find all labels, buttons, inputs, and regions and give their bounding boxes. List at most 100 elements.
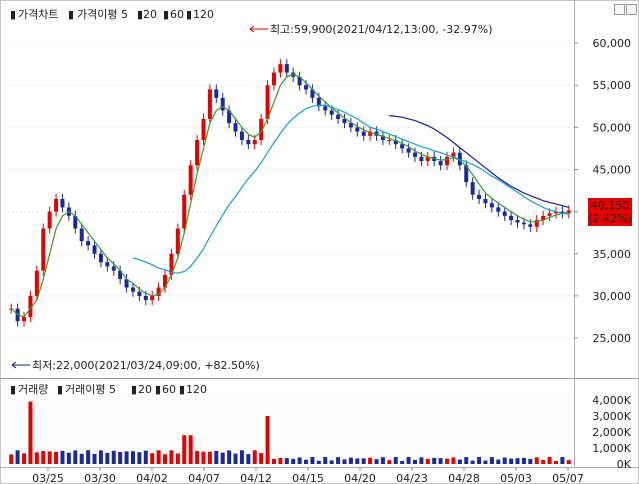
volume-bar[interactable]: [291, 458, 296, 464]
candle-body[interactable]: [496, 207, 501, 212]
volume-bar[interactable]: [515, 458, 520, 464]
volume-bar[interactable]: [54, 451, 59, 464]
candle-body[interactable]: [412, 152, 417, 157]
candle-body[interactable]: [502, 211, 507, 216]
volume-bar[interactable]: [34, 452, 39, 464]
volume-bar[interactable]: [297, 457, 302, 464]
volume-bar[interactable]: [239, 450, 244, 464]
candle-body[interactable]: [509, 215, 514, 221]
volume-bar[interactable]: [457, 459, 462, 464]
volume-bar[interactable]: [79, 453, 84, 464]
volume-bar[interactable]: [233, 453, 238, 464]
volume-bar[interactable]: [361, 458, 366, 464]
candle-body[interactable]: [387, 140, 392, 141]
volume-bar[interactable]: [342, 459, 347, 464]
candle-body[interactable]: [304, 85, 309, 90]
volume-bar[interactable]: [207, 451, 212, 464]
volume-bar[interactable]: [368, 457, 373, 464]
candle-body[interactable]: [445, 156, 450, 166]
volume-bar[interactable]: [477, 456, 482, 464]
volume-bar[interactable]: [419, 457, 424, 464]
candle-body[interactable]: [47, 211, 52, 229]
volume-bar[interactable]: [534, 457, 539, 464]
volume-bar[interactable]: [566, 460, 571, 464]
candle-body[interactable]: [143, 295, 148, 301]
volume-bar[interactable]: [560, 456, 565, 464]
volume-bar[interactable]: [316, 460, 321, 464]
volume-bar[interactable]: [124, 451, 129, 464]
volume-bar[interactable]: [195, 450, 200, 464]
candle-body[interactable]: [92, 245, 97, 254]
candle-body[interactable]: [336, 114, 341, 119]
candle-body[interactable]: [130, 287, 135, 292]
candle-body[interactable]: [252, 140, 257, 145]
candle-body[interactable]: [400, 144, 405, 149]
candle-body[interactable]: [323, 106, 328, 111]
volume-bar[interactable]: [220, 452, 225, 464]
volume-bar[interactable]: [66, 452, 71, 464]
volume-bar[interactable]: [521, 457, 526, 464]
candle-body[interactable]: [105, 262, 110, 267]
volume-bar[interactable]: [175, 453, 180, 464]
volume-bar[interactable]: [336, 457, 341, 464]
candle-body[interactable]: [220, 97, 225, 111]
candle-body[interactable]: [278, 64, 283, 73]
volume-bar[interactable]: [541, 460, 546, 464]
volume-bar[interactable]: [169, 450, 174, 464]
volume-bar[interactable]: [489, 457, 494, 464]
candle-body[interactable]: [547, 213, 552, 216]
volume-bar[interactable]: [73, 450, 78, 464]
volume-bar[interactable]: [156, 450, 161, 464]
candle-body[interactable]: [98, 253, 103, 263]
candle-body[interactable]: [34, 270, 39, 296]
volume-bar[interactable]: [387, 460, 392, 464]
minimize-button[interactable]: [614, 4, 625, 15]
candle-body[interactable]: [271, 72, 276, 86]
candle-body[interactable]: [406, 148, 411, 153]
volume-bar[interactable]: [86, 450, 91, 464]
candle-body[interactable]: [477, 194, 482, 199]
volume-bar[interactable]: [47, 451, 52, 464]
candle-body[interactable]: [233, 123, 238, 132]
volume-bar[interactable]: [118, 451, 123, 464]
volume-bar[interactable]: [412, 459, 417, 464]
volume-bar[interactable]: [252, 450, 257, 464]
volume-bar[interactable]: [41, 451, 46, 464]
candle-body[interactable]: [137, 291, 142, 296]
volume-bar[interactable]: [92, 453, 97, 464]
candle-body[interactable]: [528, 224, 533, 227]
volume-bar[interactable]: [278, 457, 283, 464]
volume-bar[interactable]: [528, 459, 533, 464]
volume-bar[interactable]: [400, 461, 405, 464]
volume-bar[interactable]: [143, 450, 148, 464]
volume-bar[interactable]: [15, 450, 20, 464]
volume-bar[interactable]: [406, 457, 411, 464]
volume-bar[interactable]: [445, 458, 450, 464]
volume-bar[interactable]: [130, 451, 135, 464]
candle-body[interactable]: [361, 131, 366, 136]
candle-body[interactable]: [182, 194, 187, 229]
volume-bar[interactable]: [246, 454, 251, 464]
candle-body[interactable]: [111, 266, 116, 271]
candle-body[interactable]: [195, 140, 200, 166]
volume-bar[interactable]: [470, 460, 475, 464]
volume-bar[interactable]: [271, 458, 276, 464]
volume-bar[interactable]: [509, 458, 514, 464]
volume-bar[interactable]: [547, 457, 552, 464]
volume-bar[interactable]: [355, 458, 360, 464]
candle-body[interactable]: [54, 199, 59, 212]
volume-bar[interactable]: [464, 457, 469, 464]
candle-body[interactable]: [201, 118, 206, 140]
candle-body[interactable]: [329, 110, 334, 115]
candle-body[interactable]: [489, 203, 494, 208]
volume-bar[interactable]: [329, 460, 334, 464]
volume-bar[interactable]: [188, 435, 193, 464]
volume-bar[interactable]: [22, 453, 27, 464]
volume-bar[interactable]: [227, 450, 232, 464]
candle-body[interactable]: [246, 140, 251, 145]
volume-bar[interactable]: [182, 435, 187, 464]
volume-bar[interactable]: [374, 459, 379, 464]
volume-bar[interactable]: [60, 450, 65, 464]
volume-bar[interactable]: [323, 456, 328, 464]
candle-body[interactable]: [188, 165, 193, 195]
